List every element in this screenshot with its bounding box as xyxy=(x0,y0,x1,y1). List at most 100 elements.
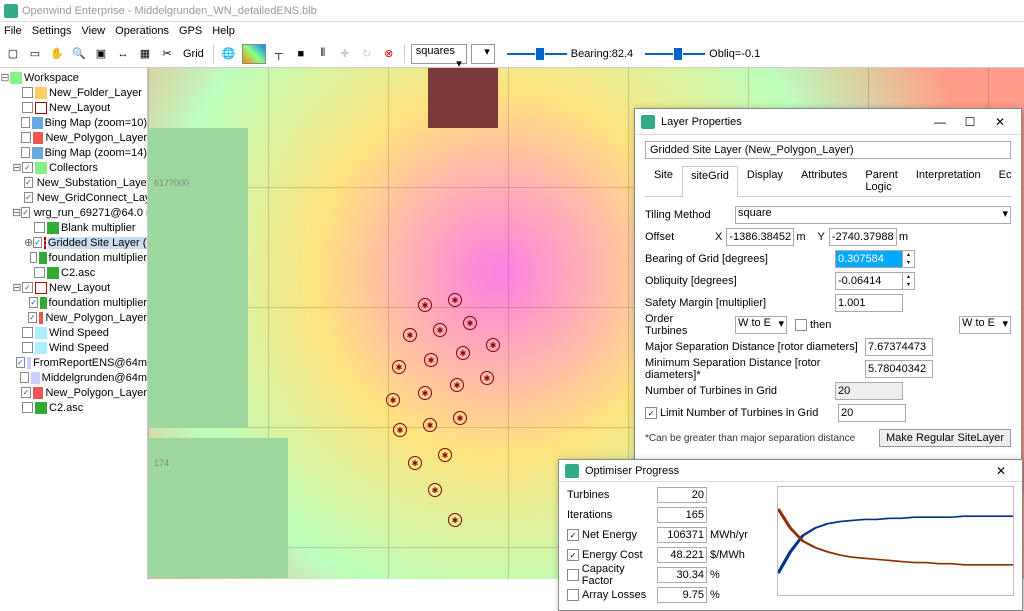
tree-item[interactable]: Wind Speed xyxy=(0,340,147,355)
close-button[interactable]: ✕ xyxy=(986,461,1016,481)
turbine-marker[interactable]: ✱ xyxy=(424,353,438,367)
obliquity-spinner[interactable]: ▴▾ xyxy=(903,272,915,290)
limit-checkbox[interactable]: ✓ xyxy=(645,407,657,419)
menu-settings[interactable]: Settings xyxy=(32,25,72,37)
tab-sitegrid[interactable]: siteGrid xyxy=(682,166,738,197)
align-icon[interactable]: ⫴ xyxy=(314,45,332,63)
tree-item[interactable]: ✓New_Substation_Layer xyxy=(0,175,147,190)
obliq-slider[interactable] xyxy=(645,53,705,55)
tab-interpretation[interactable]: Interpretation xyxy=(907,165,990,196)
tab-site[interactable]: Site xyxy=(645,165,682,196)
menu-operations[interactable]: Operations xyxy=(115,25,169,37)
turbine-tool-icon[interactable]: ┬ xyxy=(270,45,288,63)
menu-gps[interactable]: GPS xyxy=(179,25,202,37)
safety-input[interactable] xyxy=(835,294,903,312)
bearing-slider[interactable] xyxy=(507,53,567,55)
order-select-1[interactable]: W to E xyxy=(735,316,787,334)
turbine-marker[interactable]: ✱ xyxy=(438,448,452,462)
grid-toggle[interactable]: Grid xyxy=(180,45,207,63)
tree-item[interactable]: ✓foundation multiplier xyxy=(0,295,147,310)
turbine-marker[interactable]: ✱ xyxy=(386,393,400,407)
obliquity-input[interactable] xyxy=(835,272,903,290)
menu-file[interactable]: File xyxy=(4,25,22,37)
tab-display[interactable]: Display xyxy=(738,165,792,196)
open-icon[interactable]: ▭ xyxy=(26,45,44,63)
majsep-input[interactable] xyxy=(865,338,933,356)
layer-name-input[interactable] xyxy=(645,141,1011,159)
maximize-button[interactable]: ☐ xyxy=(955,112,985,132)
tab-scroll-right[interactable]: ▸ xyxy=(1021,165,1024,196)
tiling-method-select[interactable]: square xyxy=(735,206,1011,224)
tree-item[interactable]: ✓FromReportENS@64m xyxy=(0,355,147,370)
measure-icon[interactable]: ↔ xyxy=(114,45,132,63)
then-checkbox[interactable] xyxy=(795,319,807,331)
tree-item[interactable]: ⊟✓New_Layout xyxy=(0,280,147,295)
cost-checkbox[interactable]: ✓ xyxy=(567,549,579,561)
minimize-button[interactable]: — xyxy=(925,112,955,132)
limit-input[interactable] xyxy=(838,404,906,422)
turbine-marker[interactable]: ✱ xyxy=(408,456,422,470)
offset-x-input[interactable] xyxy=(726,228,794,246)
tree-item[interactable]: ⊟Workspace xyxy=(0,70,147,85)
tree-item[interactable]: New_Layout xyxy=(0,100,147,115)
tree-item[interactable]: ✓New_Polygon_Layer xyxy=(0,310,147,325)
new-icon[interactable]: ▢ xyxy=(4,45,22,63)
tree-item[interactable]: ⊕✓Gridded Site Layer (New_P xyxy=(0,235,147,250)
map-thumbnail[interactable] xyxy=(242,44,266,64)
menu-help[interactable]: Help xyxy=(212,25,235,37)
close-x-icon[interactable]: ⊗ xyxy=(380,45,398,63)
minsep-input[interactable] xyxy=(865,360,933,378)
tree-item[interactable]: ✓New_GridConnect_Layer xyxy=(0,190,147,205)
extent-icon[interactable]: ▣ xyxy=(92,45,110,63)
order-select-2[interactable]: W to E xyxy=(959,316,1011,334)
plus-icon[interactable]: ✚ xyxy=(336,45,354,63)
turbine-marker[interactable]: ✱ xyxy=(456,346,470,360)
tree-item[interactable]: Bing Map (zoom=14) xyxy=(0,145,147,160)
net-checkbox[interactable]: ✓ xyxy=(567,529,579,541)
tree-item[interactable]: ⊟✓wrg_run_69271@64.0 m xyxy=(0,205,147,220)
turbine-marker[interactable]: ✱ xyxy=(450,378,464,392)
tab-attributes[interactable]: Attributes xyxy=(792,165,856,196)
tree-item[interactable]: Blank multiplier xyxy=(0,220,147,235)
crop-icon[interactable]: ✂ xyxy=(158,45,176,63)
bearing-spinner[interactable]: ▴▾ xyxy=(903,250,915,268)
turbine-marker[interactable]: ✱ xyxy=(433,323,447,337)
turbine-marker[interactable]: ✱ xyxy=(393,423,407,437)
close-button[interactable]: ✕ xyxy=(985,112,1015,132)
globe-icon[interactable]: 🌐 xyxy=(220,45,238,63)
tab-parent logic[interactable]: Parent Logic xyxy=(856,165,906,196)
cap-checkbox[interactable] xyxy=(567,569,579,581)
zoom-icon[interactable]: 🔍 xyxy=(70,45,88,63)
turbine-marker[interactable]: ✱ xyxy=(423,418,437,432)
bearing-input[interactable] xyxy=(835,250,903,268)
turbine-marker[interactable]: ✱ xyxy=(463,316,477,330)
turbine-marker[interactable]: ✱ xyxy=(428,483,442,497)
hand-icon[interactable]: ✋ xyxy=(48,45,66,63)
tree-item[interactable]: Wind Speed xyxy=(0,325,147,340)
turbine-marker[interactable]: ✱ xyxy=(448,293,462,307)
tree-item[interactable]: ⊟✓Collectors xyxy=(0,160,147,175)
workspace-tree[interactable]: ⊟WorkspaceNew_Folder_LayerNew_LayoutBing… xyxy=(0,68,148,579)
turbine-marker[interactable]: ✱ xyxy=(453,411,467,425)
tree-item[interactable]: New_Polygon_Layer xyxy=(0,130,147,145)
turbine-marker[interactable]: ✱ xyxy=(403,328,417,342)
tree-item[interactable]: foundation multiplier xyxy=(0,250,147,265)
turbine-marker[interactable]: ✱ xyxy=(480,371,494,385)
turbine-marker[interactable]: ✱ xyxy=(418,298,432,312)
tab-ec[interactable]: Ec xyxy=(990,165,1021,196)
menu-view[interactable]: View xyxy=(81,25,105,37)
turbine-marker[interactable]: ✱ xyxy=(486,338,500,352)
shape-select[interactable]: squares xyxy=(411,44,467,64)
turbine-marker[interactable]: ✱ xyxy=(392,360,406,374)
tree-item[interactable]: C2.asc xyxy=(0,265,147,280)
turbine-marker[interactable]: ✱ xyxy=(418,386,432,400)
tree-item[interactable]: ✓New_Polygon_Layer xyxy=(0,385,147,400)
offset-y-input[interactable] xyxy=(829,228,897,246)
tree-item[interactable]: New_Folder_Layer xyxy=(0,85,147,100)
anchor-icon[interactable]: ■ xyxy=(292,45,310,63)
tree-item[interactable]: C2.asc xyxy=(0,400,147,415)
shape-select-2[interactable] xyxy=(471,44,495,64)
tree-item[interactable]: Middelgrunden@64m xyxy=(0,370,147,385)
make-regular-button[interactable]: Make Regular SiteLayer xyxy=(879,429,1011,447)
tree-item[interactable]: Bing Map (zoom=10) xyxy=(0,115,147,130)
